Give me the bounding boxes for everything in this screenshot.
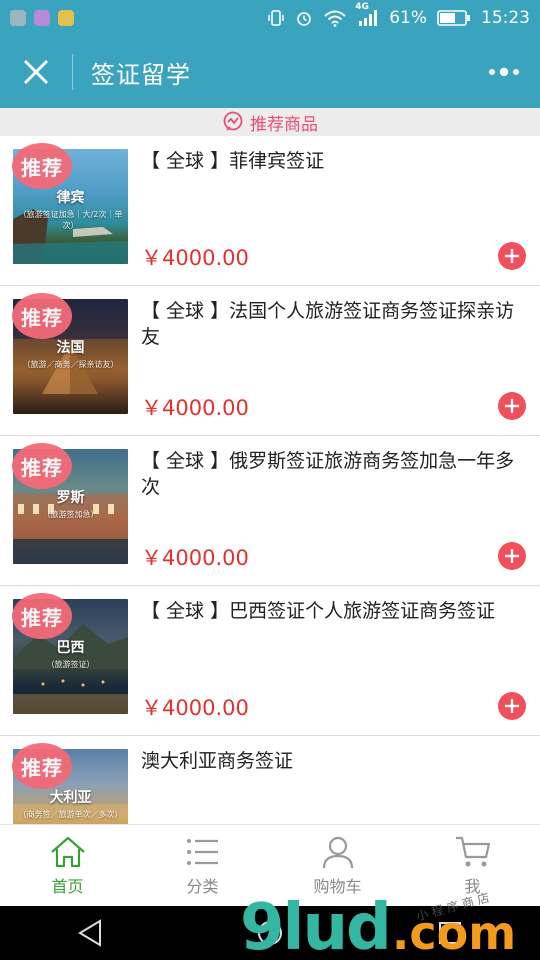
battery-icon [437,9,471,27]
product-price: ￥4000.00 [141,546,249,570]
battery-percent: 61% [389,8,427,28]
product-item[interactable]: 巴西 （旅游签证） 推荐 【 全球 】巴西签证个人旅游签证商务签证 ￥4000.… [0,586,540,736]
product-price: ￥4000.00 [141,246,249,270]
title-bar: 签证留学 [0,36,540,108]
add-to-cart-button[interactable] [498,242,526,270]
close-icon [23,59,49,85]
list-icon [186,839,218,865]
system-nav-bar [0,906,540,960]
plus-icon [505,699,519,713]
tab-home-label: 首页 [51,877,84,896]
product-title[interactable]: 【 全球 】俄罗斯签证旅游商务签加急一年多次 [141,448,521,500]
home-circle-icon [257,921,282,945]
thumbnail-caption: 罗斯 [56,490,85,506]
plus-icon [505,549,519,563]
cart-icon [455,836,490,867]
product-item[interactable]: 法国 （旅游／商务／探亲访友） 推荐 【 全球 】法国个人旅游签证商务签证探亲访… [0,286,540,436]
more-button[interactable] [468,36,540,108]
tab-me[interactable]: 我 [405,825,540,906]
home-system-button[interactable] [256,919,284,947]
recommend-badge: 推荐 [12,743,72,789]
page-title: 签证留学 [91,60,191,89]
recommend-badge: 推荐 [12,293,72,339]
recents-button[interactable] [437,920,463,946]
product-title[interactable]: 【 全球 】法国个人旅游签证商务签证探亲访友 [141,298,521,350]
network-type: 4G [355,2,369,12]
section-title: 推荐商品 [250,114,318,135]
close-button[interactable] [0,36,72,108]
recommend-badge: 推荐 [12,443,72,489]
product-price: ￥4000.00 [141,396,249,420]
thumbnail-subcaption: （旅游签证加急｜大/2次｜单次） [18,210,123,230]
tab-category[interactable]: 分类 [135,825,270,906]
app-notification-icon [58,10,74,26]
bottom-nav: 首页 分类 购物车 我 [0,824,540,906]
thumbnail-caption: 法国 [56,340,85,356]
thumbnail-caption: 巴西 [56,640,85,656]
wifi-icon [323,9,347,27]
title-divider [72,54,73,90]
tab-category-label: 分类 [186,877,219,896]
back-triangle-icon [77,919,101,947]
alarm-icon [295,9,313,27]
plus-icon [505,399,519,413]
product-title[interactable]: 【 全球 】巴西签证个人旅游签证商务签证 [141,598,521,624]
product-item[interactable]: 大利亚 （商务签／旅游单次／多次） 推荐 澳大利亚商务签证 [0,736,540,824]
notification-app-icon [10,10,26,26]
user-icon [322,836,353,869]
chat-icon [223,111,243,131]
thumbnail-subcaption: （旅游签加急） [42,510,99,519]
notification-icons [10,10,74,26]
status-bar: 4G 61% 15:23 [0,0,540,36]
thumbnail-caption: 律宾 [56,190,85,206]
home-icon [50,836,85,868]
tab-cart[interactable]: 购物车 [270,825,405,906]
product-title[interactable]: 澳大利亚商务签证 [141,748,521,774]
product-title[interactable]: 【 全球 】菲律宾签证 [141,148,521,174]
add-to-cart-button[interactable] [498,542,526,570]
more-dots-icon [489,67,519,77]
thumbnail-subcaption: （商务签／旅游单次／多次） [18,810,123,819]
thumbnail-subcaption: （旅游签证） [46,660,95,669]
recents-square-icon [439,922,462,944]
thumbnail-caption: 大利亚 [49,790,92,806]
product-list: 律宾 （旅游签证加急｜大/2次｜单次） 推荐 【 全球 】菲律宾签证 ￥4000… [0,136,540,824]
tab-home[interactable]: 首页 [0,825,135,906]
plus-icon [505,249,519,263]
section-header: 推荐商品 [0,108,540,136]
thumbnail-subcaption: （旅游／商务／探亲访友） [22,360,119,369]
vibrate-icon [267,9,285,27]
tab-me-label: 我 [464,877,481,896]
recommend-badge: 推荐 [12,593,72,639]
add-to-cart-button[interactable] [498,392,526,420]
gallery-notification-icon [34,10,50,26]
product-item[interactable]: 罗斯 （旅游签加急） 推荐 【 全球 】俄罗斯签证旅游商务签加急一年多次 ￥40… [0,436,540,586]
product-item[interactable]: 律宾 （旅游签证加急｜大/2次｜单次） 推荐 【 全球 】菲律宾签证 ￥4000… [0,136,540,286]
add-to-cart-button[interactable] [498,692,526,720]
tab-cart-label: 购物车 [313,877,362,896]
clock: 15:23 [481,8,530,28]
signal-icon: 4G [355,2,379,27]
product-price: ￥4000.00 [141,696,249,720]
back-button[interactable] [77,919,103,947]
recommend-badge: 推荐 [12,143,72,189]
